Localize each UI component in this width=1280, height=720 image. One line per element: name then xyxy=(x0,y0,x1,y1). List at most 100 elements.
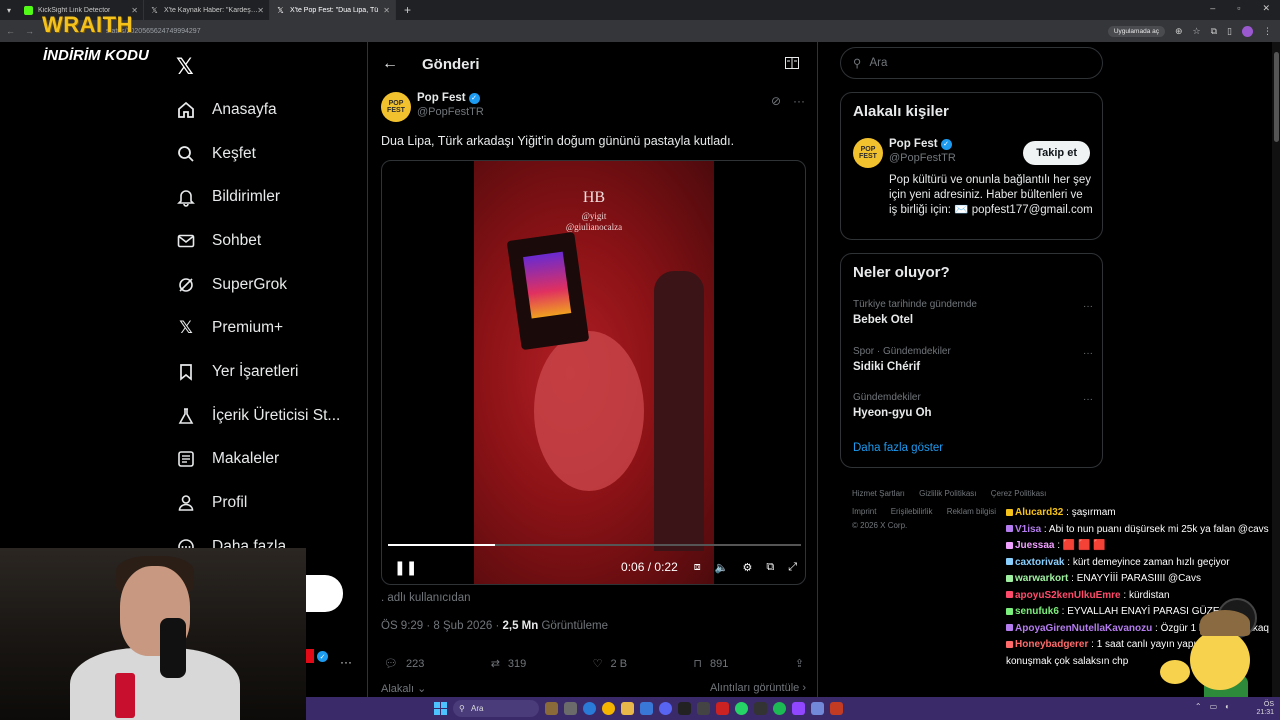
whatsapp-icon[interactable] xyxy=(735,702,748,715)
avatar[interactable]: POP FEST xyxy=(381,92,411,122)
reader-mode-icon[interactable] xyxy=(785,56,799,74)
footer-link[interactable]: Gizlilik Politikası xyxy=(919,489,976,498)
minimize-icon[interactable]: – xyxy=(1210,3,1215,14)
captions-icon[interactable]: ⧈ xyxy=(694,561,701,574)
widget-icon[interactable] xyxy=(545,702,558,715)
tray-chevron-icon[interactable]: ⌃ xyxy=(1195,702,1202,711)
file-explorer-icon[interactable] xyxy=(621,702,634,715)
chat-username[interactable]: apoyuS2kenUlkuEmre xyxy=(1015,590,1121,601)
volume-icon[interactable]: 🔈 xyxy=(715,561,729,574)
reply-button[interactable]: 💬︎ 223 xyxy=(384,657,424,671)
copilot-icon[interactable] xyxy=(583,702,596,715)
chrome-icon[interactable] xyxy=(602,702,615,715)
app-icon[interactable] xyxy=(792,702,805,715)
repost-button[interactable]: ⇄ 319 xyxy=(491,657,527,671)
avatar[interactable]: POP FEST xyxy=(853,138,883,168)
discord-icon[interactable] xyxy=(659,702,672,715)
sort-relevant-dropdown[interactable]: Alakalı ⌄ xyxy=(381,683,426,695)
author-handle[interactable]: @PopFestTR xyxy=(417,106,484,118)
chat-username[interactable]: warwarkort xyxy=(1015,573,1068,584)
pause-icon[interactable]: ❚❚ xyxy=(394,559,417,576)
sidebar-item-profile[interactable]: Profil xyxy=(176,481,366,525)
footer-link[interactable]: Erişilebilirlik xyxy=(891,507,933,516)
show-more-link[interactable]: Daha fazla göster xyxy=(853,442,943,454)
app-icon[interactable] xyxy=(716,702,729,715)
profile-avatar[interactable] xyxy=(1242,25,1253,37)
sidebar-item-home[interactable]: Anasayfa xyxy=(176,88,366,132)
chat-username[interactable]: senufuk6 xyxy=(1015,606,1059,617)
bookmark-button[interactable]: ⊓ 891 xyxy=(693,657,728,671)
like-button[interactable]: ♡ 2 B xyxy=(593,657,627,671)
sidebar-item-chat[interactable]: Sohbet xyxy=(176,219,366,263)
chat-username[interactable]: Honeybadgerer xyxy=(1015,639,1088,650)
pip-icon[interactable]: ⧉ xyxy=(766,561,774,574)
fullscreen-icon[interactable]: ⤢ xyxy=(788,561,797,574)
sidebar-item-bookmarks[interactable]: Yer İşaretleri xyxy=(176,350,366,394)
star-icon[interactable]: ☆ xyxy=(1193,26,1201,37)
taskbar-clock[interactable]: ÖS 21:31 xyxy=(1256,701,1274,717)
sidebar-item-articles[interactable]: Makaleler xyxy=(176,438,366,482)
task-view-icon[interactable] xyxy=(564,702,577,715)
window-close-icon[interactable]: ✕ xyxy=(1262,3,1270,14)
sidebar-item-explore[interactable]: Keşfet xyxy=(176,132,366,176)
footer-link[interactable]: Reklam bilgisi xyxy=(947,507,996,516)
maximize-icon[interactable]: ▫ xyxy=(1237,3,1240,14)
menu-icon[interactable]: ⋮ xyxy=(1263,26,1272,37)
grok-icon[interactable]: ⊘ xyxy=(771,94,781,108)
browser-tab-2[interactable]: 𝕏 X'te Kaynak Haber: "Kardeşinin ✕ xyxy=(144,0,270,20)
account-more-icon[interactable]: ··· xyxy=(340,655,352,669)
app-icon[interactable] xyxy=(811,702,824,715)
related-person[interactable]: POP FEST Pop Fest ✓ @PopFestTR xyxy=(853,138,956,168)
chat-username[interactable]: Alucard32 xyxy=(1015,507,1063,518)
volume-icon[interactable]: ◐ xyxy=(1225,702,1230,711)
sidebar-item-premium[interactable]: 𝕏 Premium+ xyxy=(176,306,366,350)
x-logo-icon[interactable]: 𝕏 xyxy=(176,54,194,80)
tab-search-icon[interactable]: ▾ xyxy=(0,0,18,20)
author-name[interactable]: Pop Fest xyxy=(417,92,466,104)
video-progress-bar[interactable] xyxy=(388,544,801,546)
close-icon[interactable]: ✕ xyxy=(257,6,264,15)
video-player[interactable]: HB @yigit @giulianocalza ❚❚ 0:06 / 0:22 … xyxy=(381,160,806,585)
more-options-icon[interactable]: ··· xyxy=(1083,394,1093,405)
footer-link[interactable]: Hizmet Şartları xyxy=(852,489,905,498)
author-name-row[interactable]: Pop Fest ✓ xyxy=(417,92,484,104)
trend-item[interactable]: Türkiye tarihinde gündemde Bebek Otel ··… xyxy=(853,299,1093,326)
taskbar-search[interactable]: ⚲ Ara xyxy=(453,700,539,717)
app-icon[interactable] xyxy=(754,702,767,715)
windows-start-icon[interactable] xyxy=(434,702,447,715)
more-options-icon[interactable]: ··· xyxy=(793,94,805,108)
more-options-icon[interactable]: ··· xyxy=(1083,301,1093,312)
related-handle[interactable]: @PopFestTR xyxy=(889,152,956,164)
post-author[interactable]: POP FEST Pop Fest ✓ @PopFestTR xyxy=(381,92,484,122)
follow-button[interactable]: Takip et xyxy=(1023,141,1090,165)
more-options-icon[interactable]: ··· xyxy=(1083,348,1093,359)
extensions-icon[interactable]: ⧉ xyxy=(1211,26,1217,37)
new-tab-icon[interactable]: + xyxy=(404,3,411,17)
close-icon[interactable]: ✕ xyxy=(383,6,390,15)
app-icon[interactable] xyxy=(678,702,691,715)
chat-username[interactable]: caxtorivak xyxy=(1015,557,1064,568)
back-arrow-icon[interactable]: ← xyxy=(382,55,422,73)
search-input[interactable]: ⚲ Ara xyxy=(840,47,1103,79)
chat-username[interactable]: Juessaa xyxy=(1015,540,1054,551)
share-button[interactable]: ⇪ xyxy=(795,657,804,670)
view-quotes-link[interactable]: Alıntıları görüntüle › xyxy=(710,682,806,694)
settings-icon[interactable]: ⚙ xyxy=(742,561,752,574)
video-source[interactable]: . adlı kullanıcıdan xyxy=(381,592,471,604)
open-in-app-button[interactable]: Uygulamada aç xyxy=(1107,25,1165,37)
trend-item[interactable]: Spor · Gündemdekiler Sidiki Chérif ··· xyxy=(853,346,1093,373)
footer-link[interactable]: Çerez Politikası xyxy=(991,489,1047,498)
network-icon[interactable]: ▭ xyxy=(1210,702,1218,711)
store-icon[interactable] xyxy=(640,702,653,715)
sidebar-item-supergrok[interactable]: SuperGrok xyxy=(176,263,366,307)
app-icon[interactable] xyxy=(830,702,843,715)
spotify-icon[interactable] xyxy=(773,702,786,715)
chat-username[interactable]: V1isa xyxy=(1015,524,1041,535)
related-name[interactable]: Pop Fest xyxy=(889,138,938,150)
back-icon[interactable]: ← xyxy=(6,26,15,36)
post-button[interactable] xyxy=(306,575,343,612)
forward-icon[interactable]: → xyxy=(25,26,34,36)
post-timestamp[interactable]: ÖS 9:29 · 8 Şub 2026 · xyxy=(381,620,499,632)
zoom-icon[interactable]: ⊕ xyxy=(1175,26,1183,37)
sidebar-item-creator-studio[interactable]: İçerik Üreticisi St... xyxy=(176,394,366,438)
